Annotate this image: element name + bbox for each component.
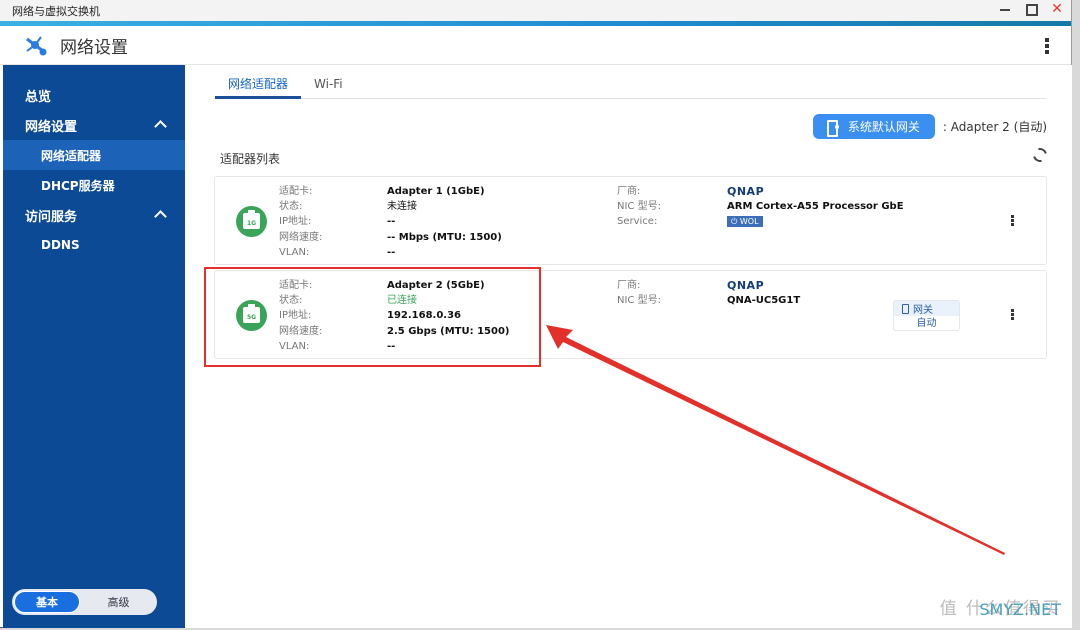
system-default-gateway-button[interactable]: 系统默认网关 <box>812 114 935 139</box>
adapter-card[interactable]: 5G 适配卡: 状态: IP地址: 网络速度: VLAN: Adapter 2 … <box>214 270 1047 359</box>
tab-network-adapters[interactable]: 网络适配器 <box>215 65 302 99</box>
label-nic: NIC 型号: <box>617 201 661 213</box>
service-label: WOL <box>739 217 759 227</box>
vendor-values: QNAP QNA-UC5G1T <box>727 278 800 308</box>
default-gateway-row: 系统默认网关 : Adapter 2 (自动) <box>812 114 1047 139</box>
port-speed-badge: 1G <box>243 210 260 229</box>
app-window: 网络与虚拟交换机 ✕ 网络设置 总览 网络设置 网络适配器 DHCP服务器 访问… <box>0 0 1072 628</box>
vendor-values: QNAP ARM Cortex-A55 Processor GbE ⏻ WOL <box>727 184 904 230</box>
minimize-icon[interactable] <box>999 2 1011 16</box>
label-ip: IP地址: <box>279 216 312 228</box>
nic-model: ARM Cortex-A55 Processor GbE <box>727 201 904 213</box>
sidebar: 总览 网络设置 网络适配器 DHCP服务器 访问服务 DDNS 基本 高级 <box>3 65 185 628</box>
label-speed: 网络速度: <box>279 231 323 243</box>
label-status: 状态: <box>279 295 303 307</box>
nic-model: QNA-UC5G1T <box>727 295 801 307</box>
gateway-door-icon <box>826 120 839 137</box>
default-gateway-value: : Adapter 2 (自动) <box>942 120 1047 134</box>
label-status: 状态: <box>279 201 303 213</box>
adapter-list-title: 适配器列表 <box>220 152 281 166</box>
sidebar-item-label: 总览 <box>25 89 52 105</box>
adapter-vlan: -- <box>387 246 396 258</box>
ethernet-port-icon: 1G <box>236 206 267 237</box>
watermark-site: SMYZ.NET <box>979 600 1061 619</box>
adapter-values: Adapter 1 (1GbE) 未连接 -- -- Mbps (MTU: 15… <box>387 184 502 260</box>
adapter-labels: 适配卡: 状态: IP地址: 网络速度: VLAN: <box>279 278 322 354</box>
adapter-values: Adapter 2 (5GbE) 已连接 192.168.0.36 2.5 Gb… <box>387 278 510 354</box>
watermark: 值 什么值得买 SMYZ.NET <box>940 594 1061 619</box>
adapter-vlan: -- <box>387 340 396 352</box>
mode-toggle[interactable]: 基本 高级 <box>12 589 157 615</box>
adapter-speed: -- Mbps (MTU: 1500) <box>387 231 502 243</box>
kebab-menu-icon[interactable] <box>1045 38 1049 54</box>
label-vlan: VLAN: <box>279 340 310 352</box>
adapter-name: Adapter 2 (5GbE) <box>387 280 485 291</box>
vendor-logo: QNAP <box>727 279 765 292</box>
mode-advanced-button[interactable]: 高级 <box>80 594 157 610</box>
sidebar-item-dhcp-server[interactable]: DHCP服务器 <box>3 170 185 200</box>
sidebar-item-network-settings[interactable]: 网络设置 <box>3 110 185 140</box>
gateway-door-icon <box>902 303 909 314</box>
sidebar-item-label: 网络适配器 <box>41 148 102 163</box>
adapter-menu-icon[interactable] <box>1011 215 1014 226</box>
network-nodes-icon <box>26 36 47 56</box>
maximize-icon[interactable] <box>1025 2 1038 16</box>
tab-wifi[interactable]: Wi-Fi <box>301 65 356 99</box>
label-ip: IP地址: <box>279 310 312 322</box>
tab-bar: 网络适配器 Wi-Fi <box>215 65 1047 99</box>
gateway-chip-label: 网关 <box>913 305 933 316</box>
main-panel: 网络适配器 Wi-Fi 系统默认网关 : Adapter 2 (自动) 适配器列… <box>185 65 1072 628</box>
app-title: 网络设置 <box>60 37 128 58</box>
chevron-up-icon[interactable] <box>154 120 167 133</box>
label-adapter: 适配卡: <box>279 280 313 291</box>
gateway-chip: 网关 自动 <box>893 300 960 331</box>
sidebar-item-label: DDNS <box>41 238 80 252</box>
gateway-chip-mode: 自动 <box>916 318 937 329</box>
adapter-ip: 192.168.0.36 <box>387 310 462 322</box>
sidebar-item-access-services[interactable]: 访问服务 <box>3 200 185 230</box>
vendor-logo: QNAP <box>727 185 765 198</box>
ethernet-port-icon: 5G <box>236 300 267 331</box>
label-service: Service: <box>617 216 658 228</box>
sidebar-item-label: 网络设置 <box>25 119 78 135</box>
wol-badge: ⏻ WOL <box>727 216 763 228</box>
label-nic: NIC 型号: <box>617 295 661 307</box>
adapter-status: 已连接 <box>387 295 417 307</box>
label-vendor: 厂商: <box>617 280 641 291</box>
mode-basic-button[interactable]: 基本 <box>14 591 80 613</box>
adapter-status: 未连接 <box>387 201 417 213</box>
adapter-name: Adapter 1 (1GbE) <box>387 186 485 197</box>
app-header: 网络设置 <box>0 26 1071 65</box>
sidebar-item-label: DHCP服务器 <box>41 178 115 193</box>
vendor-labels: 厂商: NIC 型号: Service: <box>617 184 661 230</box>
sidebar-item-network-adapters[interactable]: 网络适配器 <box>3 140 185 170</box>
adapter-menu-icon[interactable] <box>1011 309 1014 320</box>
label-vlan: VLAN: <box>279 246 310 258</box>
label-speed: 网络速度: <box>279 325 323 337</box>
sidebar-item-overview[interactable]: 总览 <box>3 80 185 110</box>
gateway-button-label: 系统默认网关 <box>847 120 920 134</box>
adapter-ip: -- <box>387 216 396 228</box>
vendor-labels: 厂商: NIC 型号: <box>617 278 661 308</box>
refresh-icon[interactable] <box>1030 145 1050 165</box>
adapter-speed: 2.5 Gbps (MTU: 1500) <box>387 325 510 337</box>
window-titlebar: 网络与虚拟交换机 ✕ <box>0 0 1071 21</box>
sidebar-item-label: 访问服务 <box>25 209 78 225</box>
adapter-labels: 适配卡: 状态: IP地址: 网络速度: VLAN: <box>279 184 322 260</box>
window-title: 网络与虚拟交换机 <box>12 4 100 18</box>
sidebar-item-ddns[interactable]: DDNS <box>3 230 185 260</box>
label-vendor: 厂商: <box>617 186 641 197</box>
label-adapter: 适配卡: <box>279 186 313 197</box>
chevron-up-icon[interactable] <box>154 210 167 223</box>
adapter-card[interactable]: 1G 适配卡: 状态: IP地址: 网络速度: VLAN: Adapter 1 … <box>214 176 1047 265</box>
port-speed-badge: 5G <box>243 304 260 323</box>
close-icon[interactable]: ✕ <box>1051 2 1063 16</box>
